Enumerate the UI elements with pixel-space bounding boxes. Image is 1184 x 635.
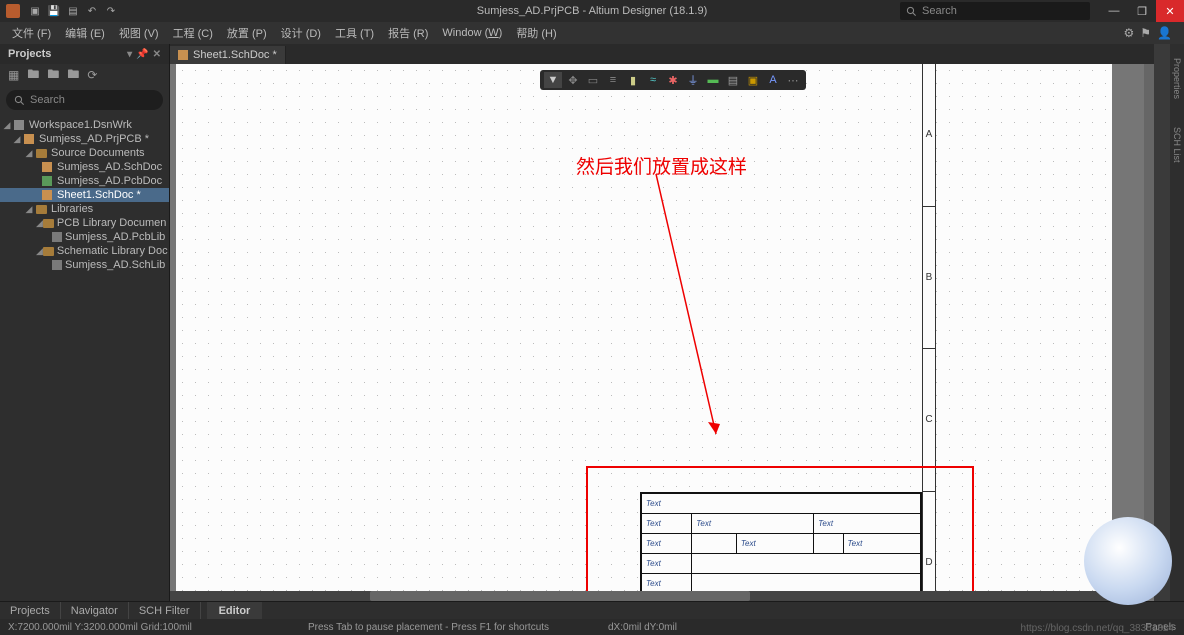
tool-net-icon[interactable]: ≈	[644, 72, 662, 88]
scroll-thumb[interactable]	[1144, 64, 1154, 591]
tree-workspace[interactable]: ◢Workspace1.DsnWrk	[0, 118, 169, 132]
tree-libraries[interactable]: ◢Libraries	[0, 202, 169, 216]
menu-window[interactable]: Window (W)	[436, 25, 508, 41]
watermark: https://blog.csdn.net/qq_38351824	[1021, 623, 1174, 634]
menu-help[interactable]: 帮助 (H)	[510, 23, 562, 43]
tool-power-icon[interactable]: ✱	[664, 72, 682, 88]
schematic-canvas[interactable]: A B C D 2 3 4 Text TextTextText TextText…	[170, 64, 1154, 601]
quick-access-toolbar: ▣ 💾 ▤ ↶ ↷	[28, 4, 118, 18]
right-rail: Properties SCH List	[1170, 44, 1184, 601]
tree-pcbdoc[interactable]: Sumjess_AD.PcbDoc	[0, 174, 169, 188]
title-bar: ▣ 💾 ▤ ↶ ↷ Sumjess_AD.PrjPCB - Altium Des…	[0, 0, 1184, 22]
horizontal-scrollbar[interactable]	[170, 591, 1140, 601]
menu-bar: 文件 (F) 编辑 (E) 视图 (V) 工程 (C) 放置 (P) 设计 (D…	[0, 22, 1184, 44]
pin-icon[interactable]: ▾	[127, 49, 132, 60]
tb-icon-2[interactable]: 🖿	[27, 65, 39, 86]
tree-sheet1-selected[interactable]: Sheet1.SchDoc *	[0, 188, 169, 202]
ruler-a: A	[923, 64, 935, 207]
tb-icon-1[interactable]: ▦	[8, 68, 19, 82]
tool-color-icon[interactable]: ▮	[624, 72, 642, 88]
window-title: Sumjess_AD.PrjPCB - Altium Designer (18.…	[477, 5, 707, 17]
close-panel-icon[interactable]: 📌	[136, 49, 148, 60]
menu-tools[interactable]: 工具 (T)	[329, 23, 380, 43]
notify-icon[interactable]: ⚑	[1140, 26, 1151, 40]
search-icon	[14, 95, 25, 106]
global-search[interactable]: Search	[900, 2, 1090, 20]
tree-source-documents[interactable]: ◢Source Documents	[0, 146, 169, 160]
status-coords: X:7200.000mil Y:3200.000mil Grid:100mil	[8, 622, 308, 633]
tool-ground-icon[interactable]: ⏚	[684, 72, 702, 88]
status-bar: X:7200.000mil Y:3200.000mil Grid:100mil …	[0, 619, 1184, 635]
avatar-orb	[1084, 517, 1172, 605]
properties-tab[interactable]: Properties	[1171, 54, 1183, 103]
refresh-icon[interactable]: ⟳	[87, 68, 97, 82]
close-button[interactable]: ✕	[1156, 0, 1184, 22]
menu-edit[interactable]: 编辑 (E)	[59, 23, 111, 43]
tab-label: Sheet1.SchDoc *	[193, 49, 277, 61]
tool-select-icon[interactable]: ▭	[584, 72, 602, 88]
editor-tab[interactable]: Editor	[207, 602, 263, 619]
qa-undo-icon[interactable]: ↶	[85, 4, 99, 18]
tree-pcb-lib-folder[interactable]: ◢PCB Library Documen	[0, 216, 169, 230]
minimize-button[interactable]: —	[1100, 0, 1128, 22]
tool-move-icon[interactable]: ✥	[564, 72, 582, 88]
status-hint: Press Tab to pause placement - Press F1 …	[308, 622, 608, 633]
qa-save-icon[interactable]: 💾	[47, 4, 61, 18]
menu-reports[interactable]: 报告 (R)	[382, 23, 434, 43]
tab-doc-icon	[178, 50, 188, 60]
tree-project[interactable]: ◢Sumjess_AD.PrjPCB *	[0, 132, 169, 146]
settings-icon[interactable]: ⚙	[1124, 26, 1135, 40]
search-icon	[906, 6, 917, 17]
bottom-tabs: Projects Navigator SCH Filter Editor	[0, 601, 1184, 619]
projects-panel-header: Projects ▾ 📌 ✕	[0, 44, 169, 64]
tree-pcb-lib[interactable]: Sumjess_AD.PcbLib	[0, 230, 169, 244]
qa-open-icon[interactable]: ▣	[28, 4, 42, 18]
document-tabs: Sheet1.SchDoc *	[170, 44, 1154, 64]
tool-text-icon[interactable]: A	[764, 72, 782, 88]
projects-panel-title: Projects	[8, 48, 51, 60]
active-bar[interactable]: ▼ ✥ ▭ ≡ ▮ ≈ ✱ ⏚ ▬ ▤ ▣ A ⋯	[540, 70, 806, 90]
vertical-scrollbar[interactable]	[1144, 64, 1154, 591]
app-icon	[6, 4, 20, 18]
menu-file[interactable]: 文件 (F)	[6, 23, 57, 43]
x-panel-icon[interactable]: ✕	[153, 49, 161, 60]
outer-vscroll[interactable]	[1154, 44, 1170, 601]
projects-toolbar: ▦ 🖿 🖿 🖿 ⟳	[0, 64, 169, 86]
schematic-sheet[interactable]: A B C D 2 3 4 Text TextTextText TextText…	[176, 64, 1112, 601]
menu-view[interactable]: 视图 (V)	[113, 23, 165, 43]
search-placeholder: Search	[922, 5, 957, 17]
projects-panel: Projects ▾ 📌 ✕ ▦ 🖿 🖿 🖿 ⟳ Search ◢Workspace…	[0, 44, 170, 601]
menu-project[interactable]: 工程 (C)	[167, 23, 219, 43]
tree-schdoc[interactable]: Sumjess_AD.SchDoc	[0, 160, 169, 174]
tb-icon-3[interactable]: 🖿	[47, 65, 59, 86]
projects-search-placeholder: Search	[30, 94, 65, 106]
tool-port-icon[interactable]: ▬	[704, 72, 722, 88]
tool-filter-icon[interactable]: ▼	[544, 72, 562, 88]
bottom-tab-projects[interactable]: Projects	[0, 602, 61, 619]
schlist-tab[interactable]: SCH List	[1171, 123, 1183, 167]
tree-sch-lib-folder[interactable]: ◢Schematic Library Doc	[0, 244, 169, 258]
menu-design[interactable]: 设计 (D)	[275, 23, 327, 43]
annotation-arrow	[636, 174, 736, 454]
scroll-thumb[interactable]	[370, 591, 750, 601]
tab-sheet1[interactable]: Sheet1.SchDoc *	[170, 46, 286, 64]
project-tree[interactable]: ◢Workspace1.DsnWrk ◢Sumjess_AD.PrjPCB * …	[0, 114, 169, 601]
projects-search[interactable]: Search	[6, 90, 163, 110]
tb-icon-4[interactable]: 🖿	[67, 65, 79, 86]
qa-icon-3[interactable]: ▤	[66, 4, 80, 18]
ruler-b: B	[923, 207, 935, 350]
tool-sheet-icon[interactable]: ▤	[724, 72, 742, 88]
tool-part-icon[interactable]: ▣	[744, 72, 762, 88]
bottom-tab-navigator[interactable]: Navigator	[61, 602, 129, 619]
tool-align-icon[interactable]: ≡	[604, 72, 622, 88]
maximize-button[interactable]: ❐	[1128, 0, 1156, 22]
annotation-box	[586, 466, 974, 601]
bottom-tab-schfilter[interactable]: SCH Filter	[129, 602, 201, 619]
user-icon[interactable]: 👤	[1157, 26, 1172, 40]
menu-place[interactable]: 放置 (P)	[221, 23, 273, 43]
tool-more-icon[interactable]: ⋯	[784, 72, 802, 88]
qa-redo-icon[interactable]: ↷	[104, 4, 118, 18]
tree-sch-lib[interactable]: Sumjess_AD.SchLib	[0, 258, 169, 272]
